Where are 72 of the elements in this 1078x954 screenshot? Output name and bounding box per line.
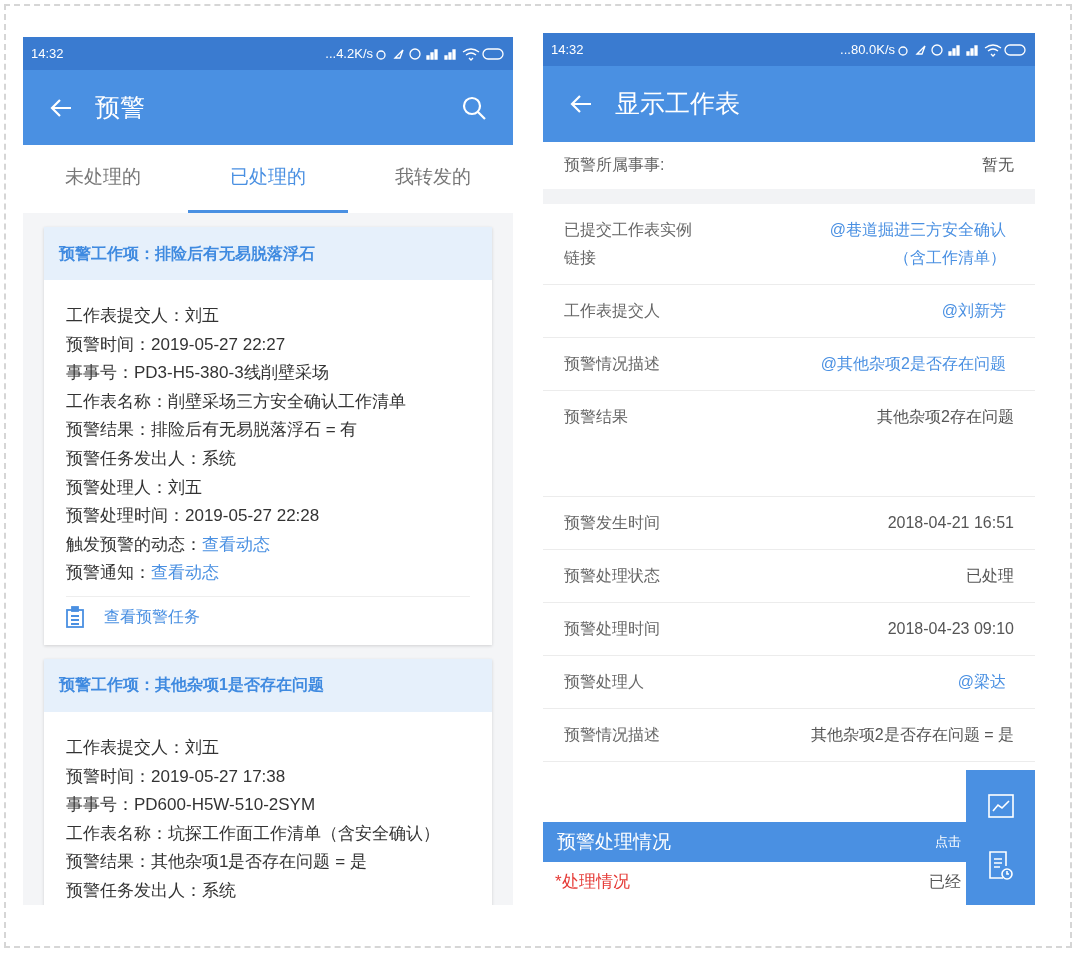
row-value: 2018-04-23 09:10 bbox=[887, 619, 1014, 639]
row-value: 其他杂项2是否存在问题 = 是 bbox=[810, 725, 1014, 745]
info-line: 预警时间：2019-05-27 17:38 bbox=[66, 765, 287, 788]
info-line: 工作表名称：坑探工作面工作清单（含安全确认） bbox=[66, 822, 441, 845]
row-label: 预警处理状态 bbox=[564, 566, 661, 586]
row-value: 暂无 bbox=[982, 155, 1014, 175]
section-title: 预警处理情况 bbox=[557, 829, 671, 854]
signal-icon bbox=[444, 48, 456, 60]
back-icon[interactable] bbox=[49, 97, 73, 118]
signal-icon bbox=[426, 48, 438, 60]
tab[interactable]: 已处理的 bbox=[187, 145, 349, 213]
info-line: 工作表提交人：刘五 bbox=[66, 736, 220, 759]
info-line: 预警通知：查看动态 bbox=[66, 562, 220, 585]
row-label: 预警情况描述 bbox=[564, 725, 661, 745]
battery-icon bbox=[482, 47, 504, 60]
document-clock-icon[interactable] bbox=[987, 850, 1014, 881]
alert-card[interactable]: 预警工作项：其他杂项1是否存在问题 工作表提交人：刘五 预警时间：2019-05-27 17:38 事事号：PD600-H5W-510-2SYM 工作表名称：坑探工作面工作清单（含安全确认） 预警结果：其他杂项1是否存在问题 = 是 预警任务发出人：系统 bbox=[44, 658, 492, 905]
screen-title: 预警 bbox=[95, 91, 146, 123]
link-value[interactable]: @其他杂项2是否存在问题 bbox=[820, 350, 1014, 378]
location-icon bbox=[393, 48, 404, 59]
row-label: 预警情况描述 bbox=[564, 354, 661, 374]
link-value[interactable]: @巷道掘进三方安全确认（含工作清单） bbox=[814, 216, 1014, 272]
info-line: 预警任务发出人：系统 bbox=[66, 879, 237, 902]
row-label: 预警结果 bbox=[564, 407, 629, 427]
info-line: 预警时间：2019-05-27 22:27 bbox=[66, 333, 287, 356]
link-value[interactable]: @刘新芳 bbox=[941, 297, 1014, 325]
clipboard-icon bbox=[66, 605, 84, 628]
link-value[interactable]: @梁达 bbox=[957, 668, 1014, 696]
status-time: 14:32 bbox=[31, 44, 64, 63]
search-icon[interactable] bbox=[461, 94, 487, 121]
card-title: 预警工作项：其他杂项1是否存在问题 bbox=[44, 658, 492, 712]
view-link[interactable]: 查看动态 bbox=[202, 534, 270, 554]
back-icon[interactable] bbox=[569, 94, 593, 114]
row-label: 已提交工作表实例链接 bbox=[564, 220, 693, 268]
row-label: 预警所属事事: bbox=[564, 155, 666, 175]
info-line: 事事号：PD3-H5-380-3线削壁采场 bbox=[66, 362, 330, 385]
section-hint: 点击 bbox=[935, 833, 961, 852]
signal-icon bbox=[966, 44, 978, 56]
info-line: 预警结果：排险后有无易脱落浮石 = 有 bbox=[66, 419, 359, 442]
row-value: 已处理 bbox=[966, 566, 1014, 586]
wifi-icon bbox=[984, 43, 1002, 57]
field-value: 已经 bbox=[929, 872, 961, 892]
battery-icon bbox=[1004, 43, 1026, 56]
wifi-icon bbox=[462, 47, 480, 61]
field-label: *处理情况 bbox=[555, 871, 630, 894]
info-line: 预警任务发出人：系统 bbox=[66, 447, 237, 470]
location-icon bbox=[915, 44, 926, 55]
info-line: 触发预警的动态：查看动态 bbox=[66, 533, 271, 556]
info-line: 预警结果：其他杂项1是否存在问题 = 是 bbox=[66, 851, 368, 874]
screen-title: 显示工作表 bbox=[615, 88, 741, 120]
status-time: 14:32 bbox=[551, 40, 584, 59]
info-line: 工作表提交人：刘五 bbox=[66, 305, 220, 327]
tab[interactable]: 未处理的 bbox=[23, 145, 184, 213]
row-label: 预警发生时间 bbox=[564, 513, 661, 533]
row-value: 其他杂项2存在问题 bbox=[877, 407, 1014, 427]
chart-icon[interactable] bbox=[987, 794, 1014, 819]
tab[interactable]: 我转发的 bbox=[352, 145, 513, 213]
row-label: 预警处理人 bbox=[564, 672, 645, 692]
view-link[interactable]: 查看动态 bbox=[151, 563, 219, 583]
row-label: 工作表提交人 bbox=[564, 301, 661, 321]
signal-icon bbox=[948, 44, 960, 56]
info-line: 工作表名称：削壁采场三方安全确认工作清单 bbox=[66, 390, 407, 413]
network-speed: ...80.0K/s bbox=[840, 40, 895, 59]
info-line: 事事号：PD600-H5W-510-2SYM bbox=[66, 794, 317, 817]
row-value: 2018-04-21 16:51 bbox=[887, 513, 1014, 533]
card-title: 预警工作项：排险后有无易脱落浮石 bbox=[44, 227, 492, 280]
row-label: 预警处理时间 bbox=[564, 619, 661, 639]
alert-card[interactable]: 预警工作项：排险后有无易脱落浮石 工作表提交人：刘五 预警时间：2019-05-27 22:27 事事号：PD3-H5-380-3线削壁采场 工作表名称：削壁采场三方安全确认工作清单 预警结果：排险后有无易脱落浮石 = 有 预警任务发出人：系统 预警处理人：刘五 预警处理时间：2019-05-27 22:28 触发预警的动态：查看动态 预警通知：查看动态 查看预警任务 bbox=[44, 227, 492, 645]
info-line: 预警处理时间：2019-05-27 22:28 bbox=[66, 505, 321, 528]
info-line: 预警处理人：刘五 bbox=[66, 476, 203, 499]
network-speed: ...4.2K/s bbox=[325, 44, 373, 63]
view-task-link[interactable]: 查看预警任务 bbox=[104, 604, 200, 629]
